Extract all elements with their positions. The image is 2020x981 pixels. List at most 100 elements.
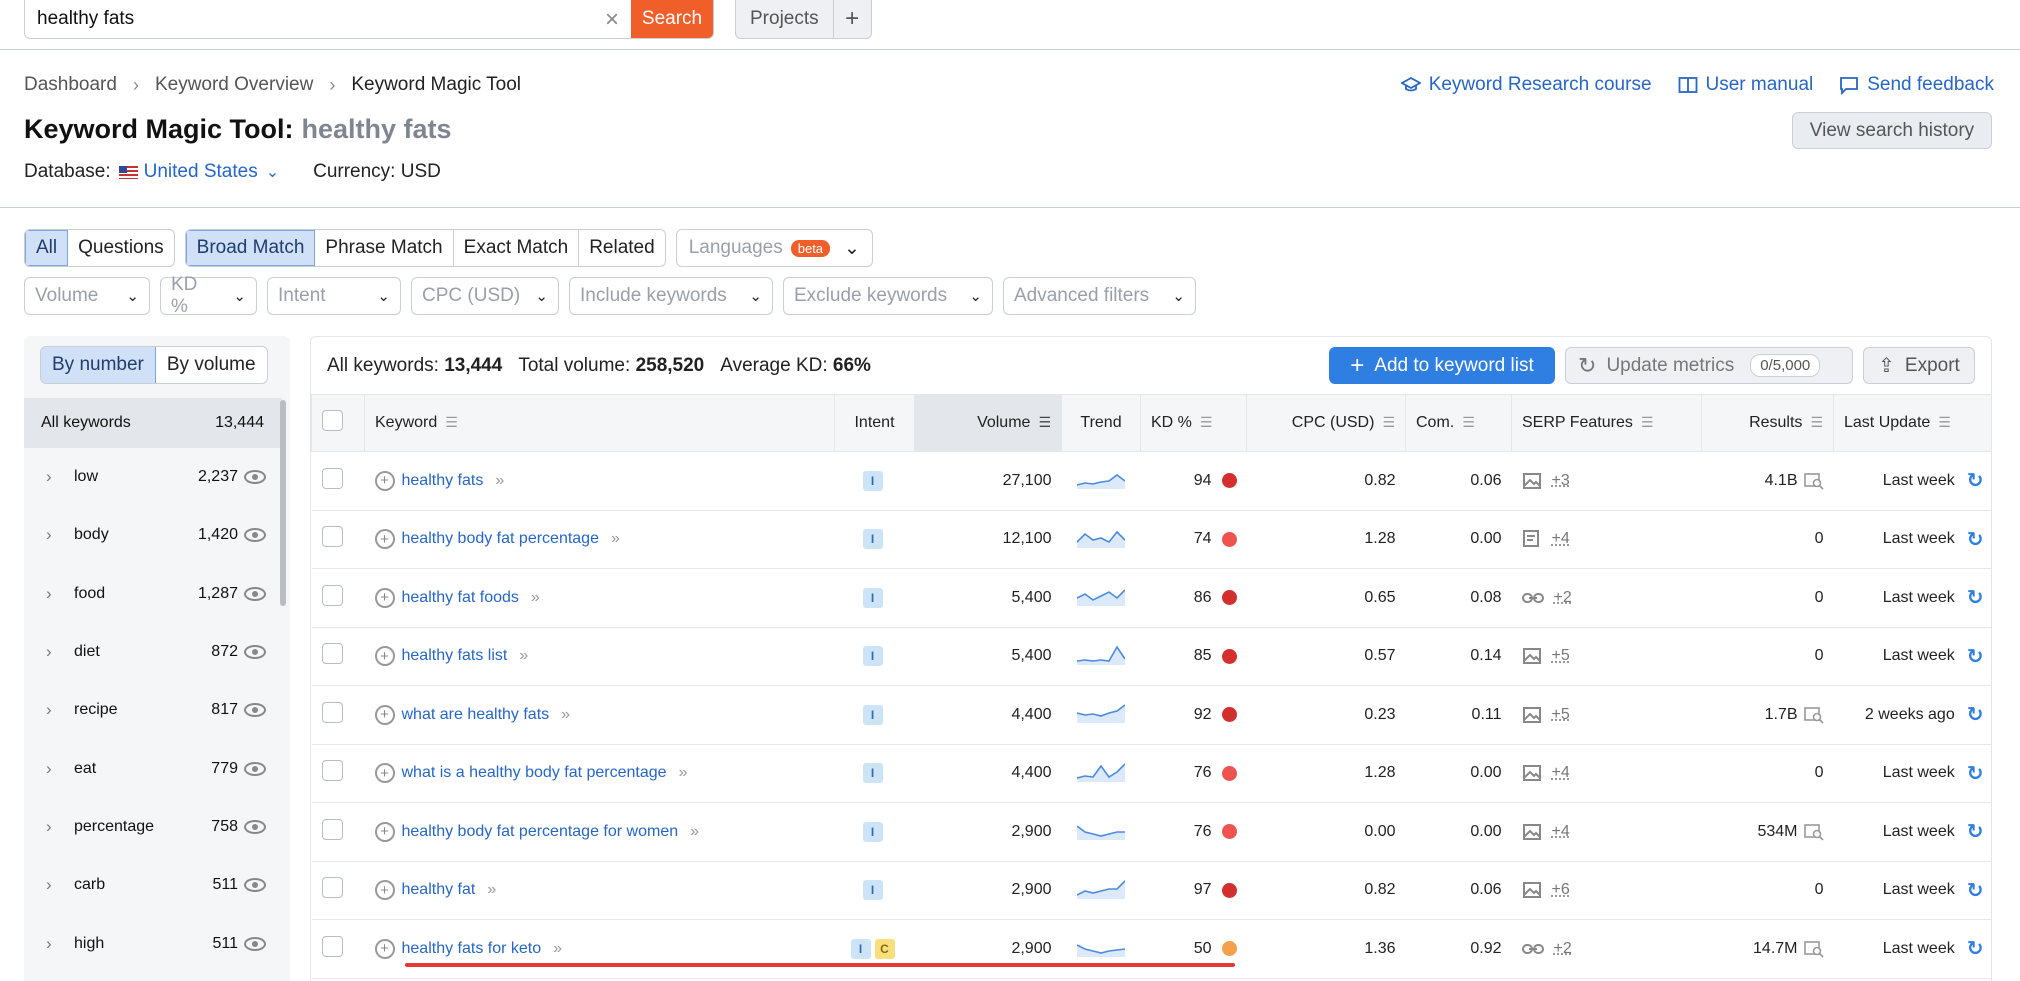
refresh-icon[interactable]: ↻ [1967, 761, 1984, 786]
chevron-right-icon[interactable]: › [46, 467, 64, 487]
col-cpc[interactable]: CPC (USD) ☰ [1246, 394, 1406, 452]
row-checkbox[interactable] [321, 701, 343, 723]
by-volume-button[interactable]: By volume [156, 347, 267, 383]
row-checkbox[interactable] [321, 643, 343, 665]
sidebar-item-low[interactable]: › low 2,237 [24, 448, 282, 506]
eye-icon[interactable] [244, 819, 266, 834]
serp-preview-icon[interactable] [1803, 472, 1824, 490]
add-keyword-icon[interactable]: + [374, 529, 395, 550]
sidebar-item-carb[interactable]: › carb 511 [24, 856, 282, 914]
serp-more[interactable]: +4 [1552, 530, 1570, 548]
keyword-link[interactable]: healthy body fat percentage for women [402, 823, 679, 841]
chevron-right-icon[interactable]: › [46, 934, 64, 954]
add-keyword-icon[interactable]: + [374, 646, 395, 667]
serp-more[interactable]: +6 [1552, 881, 1570, 899]
sidebar-item-body[interactable]: › body 1,420 [24, 506, 282, 564]
database-selector[interactable]: United States [144, 161, 258, 183]
sidebar-item-food[interactable]: › food 1,287 [24, 565, 282, 623]
projects-button[interactable]: Projects [736, 0, 833, 38]
add-keyword-icon[interactable]: + [374, 880, 395, 901]
update-metrics-button[interactable]: ↻ Update metrics 0/5,000 [1565, 347, 1853, 384]
eye-icon[interactable] [244, 586, 266, 601]
refresh-icon[interactable]: ↻ [1967, 527, 1984, 552]
double-chevron-icon[interactable]: » [495, 472, 504, 490]
export-button[interactable]: ⇪ Export [1863, 347, 1975, 384]
serp-more[interactable]: +5 [1552, 706, 1570, 724]
double-chevron-icon[interactable]: » [487, 881, 496, 899]
col-kd[interactable]: KD % ☰ [1140, 394, 1247, 452]
serp-more[interactable]: +3 [1552, 472, 1570, 490]
breadcrumb-dashboard[interactable]: Dashboard [24, 74, 117, 96]
sidebar-item-recipe[interactable]: › recipe 817 [24, 681, 282, 739]
refresh-icon[interactable]: ↻ [1967, 644, 1984, 669]
keyword-link[interactable]: healthy fats list [402, 647, 508, 665]
select-all-checkbox[interactable] [322, 410, 343, 431]
sidebar-item-diet[interactable]: › diet 872 [24, 623, 282, 681]
tab-related[interactable]: Related [579, 230, 664, 266]
col-serp-features[interactable]: SERP Features ☰ [1511, 394, 1702, 452]
serp-more[interactable]: +2 [1554, 589, 1572, 607]
double-chevron-icon[interactable]: » [531, 589, 540, 607]
keyword-link[interactable]: healthy fat [402, 881, 476, 899]
serp-preview-icon[interactable] [1803, 940, 1824, 958]
refresh-icon[interactable]: ↻ [1967, 702, 1984, 727]
sidebar-item-all-keywords[interactable]: All keywords 13,444 [24, 398, 282, 448]
sidebar-item-eat[interactable]: › eat 779 [24, 739, 282, 797]
keyword-link[interactable]: what is a healthy body fat percentage [402, 764, 667, 782]
tab-broad-match[interactable]: Broad Match [185, 230, 316, 266]
breadcrumb-keyword-overview[interactable]: Keyword Overview [155, 74, 313, 96]
chevron-right-icon[interactable]: › [46, 700, 64, 720]
add-keyword-icon[interactable]: + [374, 821, 395, 842]
double-chevron-icon[interactable]: » [611, 530, 620, 548]
chevron-down-icon[interactable]: ⌄ [266, 162, 279, 182]
add-keyword-icon[interactable]: + [374, 587, 395, 608]
chevron-right-icon[interactable]: › [46, 642, 64, 662]
clear-icon[interactable]: × [593, 0, 631, 38]
col-volume[interactable]: Volume ☰ [914, 394, 1062, 452]
by-number-button[interactable]: By number [41, 347, 156, 383]
keyword-link[interactable]: healthy body fat percentage [402, 530, 599, 548]
row-checkbox[interactable] [321, 877, 343, 899]
languages-dropdown[interactable]: Languages beta ⌄ [675, 229, 873, 267]
row-checkbox[interactable] [321, 526, 343, 548]
kd-filter[interactable]: KD % ⌄ [160, 274, 257, 317]
tab-all[interactable]: All [25, 230, 69, 266]
eye-icon[interactable] [244, 761, 266, 776]
serp-preview-icon[interactable] [1803, 706, 1824, 724]
row-checkbox[interactable] [321, 584, 343, 606]
chevron-right-icon[interactable]: › [46, 525, 64, 545]
tab-questions[interactable]: Questions [68, 230, 174, 266]
row-checkbox[interactable] [321, 935, 343, 957]
double-chevron-icon[interactable]: » [690, 823, 699, 841]
eye-icon[interactable] [244, 936, 266, 951]
sidebar-item-percentage[interactable]: › percentage 758 [24, 798, 282, 856]
row-checkbox[interactable] [321, 760, 343, 782]
col-last-update[interactable]: Last Update ☰ [1833, 394, 1991, 452]
refresh-icon[interactable]: ↻ [1967, 819, 1984, 844]
chevron-right-icon[interactable]: › [46, 584, 64, 604]
tab-phrase-match[interactable]: Phrase Match [315, 230, 454, 266]
search-button[interactable]: Search [631, 0, 713, 38]
intent-filter[interactable]: Intent ⌄ [267, 277, 401, 315]
eye-icon[interactable] [244, 645, 266, 660]
refresh-icon[interactable]: ↻ [1967, 585, 1984, 610]
chevron-right-icon[interactable]: › [46, 759, 64, 779]
serp-preview-icon[interactable] [1803, 823, 1824, 841]
sidebar-item-high[interactable]: › high 511 [24, 914, 282, 972]
eye-icon[interactable] [244, 703, 266, 718]
user-manual-link[interactable]: User manual [1678, 74, 1813, 96]
double-chevron-icon[interactable]: » [679, 764, 688, 782]
double-chevron-icon[interactable]: » [519, 647, 528, 665]
keyword-course-link[interactable]: Keyword Research course [1400, 74, 1652, 96]
tab-exact-match[interactable]: Exact Match [454, 230, 580, 266]
eye-icon[interactable] [244, 878, 266, 893]
col-keyword[interactable]: Keyword ☰ [364, 394, 835, 452]
col-competition[interactable]: Com. ☰ [1405, 394, 1512, 452]
add-keyword-icon[interactable]: + [374, 704, 395, 725]
row-checkbox[interactable] [321, 818, 343, 840]
keyword-link[interactable]: healthy fats [402, 472, 484, 490]
keyword-link[interactable]: what are healthy fats [402, 706, 550, 724]
eye-icon[interactable] [244, 470, 266, 485]
refresh-icon[interactable]: ↻ [1967, 878, 1984, 903]
chevron-right-icon[interactable]: › [46, 875, 64, 895]
